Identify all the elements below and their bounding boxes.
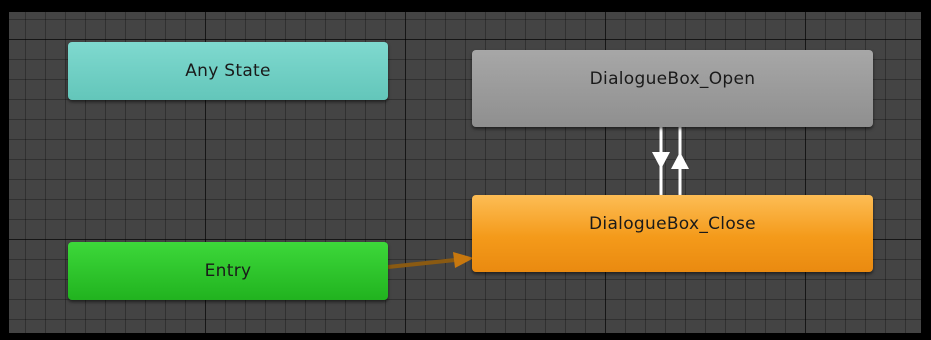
animator-window-frame: Any State Entry DialogueBox_Open Dialogu… xyxy=(0,0,931,340)
transition-open-to-close[interactable] xyxy=(652,127,670,195)
transition-close-to-open[interactable] xyxy=(671,127,689,195)
state-node-dialoguebox-open[interactable]: DialogueBox_Open xyxy=(472,50,873,127)
transition-entry-to-close[interactable] xyxy=(387,252,474,269)
state-label: Any State xyxy=(185,61,271,81)
transition-arrow-icon xyxy=(453,252,474,268)
state-label: DialogueBox_Close xyxy=(589,213,756,234)
state-node-entry[interactable]: Entry xyxy=(68,242,388,300)
state-node-dialoguebox-close[interactable]: DialogueBox_Close xyxy=(472,195,873,272)
state-node-any-state[interactable]: Any State xyxy=(68,42,388,100)
state-label: DialogueBox_Open xyxy=(589,68,756,89)
state-label: Entry xyxy=(204,261,252,281)
animator-graph-canvas[interactable]: Any State Entry DialogueBox_Open Dialogu… xyxy=(9,12,921,333)
